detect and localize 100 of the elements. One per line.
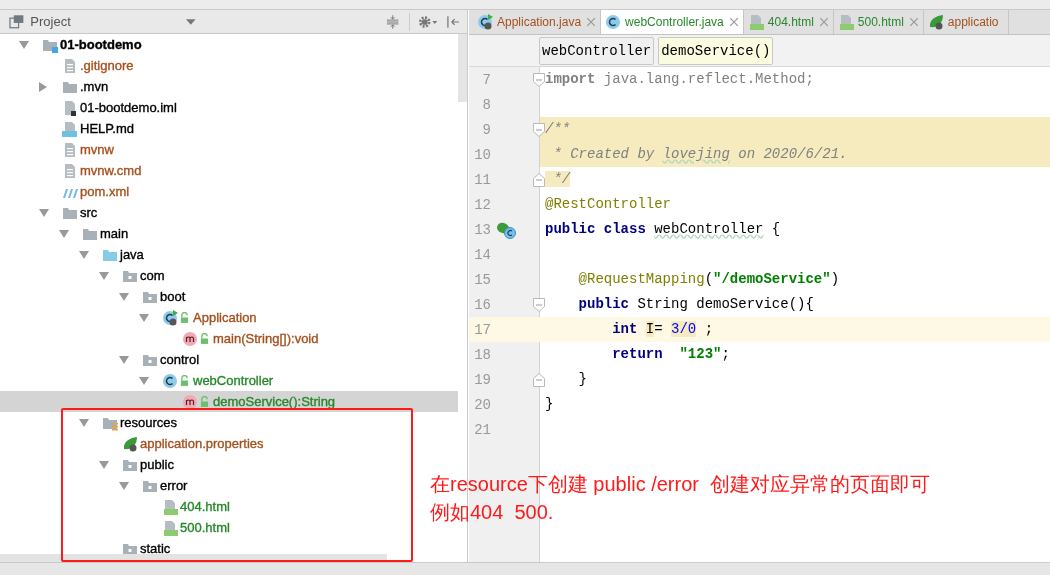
- tree-item[interactable]: mvnw: [39, 140, 114, 159]
- line-number: 15: [473, 271, 491, 288]
- method-icon: [182, 330, 198, 347]
- expanded-arrow-icon[interactable]: [119, 292, 129, 301]
- tree-item[interactable]: mvnw.cmd: [39, 161, 142, 180]
- tree-item[interactable]: .gitignore: [39, 56, 134, 75]
- editor-tab[interactable]: webController.java: [601, 10, 744, 34]
- line-number: 21: [473, 421, 491, 438]
- expanded-arrow-icon[interactable]: [59, 229, 69, 238]
- panel-title: Project: [30, 14, 72, 29]
- expanded-arrow-icon[interactable]: [39, 208, 49, 217]
- fold-marker-icon[interactable]: [533, 373, 545, 387]
- text-file-icon: [62, 162, 78, 179]
- code-line: @RequestMapping("/demoService"): [577, 270, 841, 289]
- expanded-arrow-icon[interactable]: [99, 460, 109, 469]
- breadcrumb[interactable]: webController: [539, 36, 655, 65]
- markdown-file-icon: [62, 120, 78, 137]
- spring-leaf-icon: [122, 435, 138, 452]
- annotation-text: 在resource下创建 public /error 创建对应异常的页面即可: [430, 472, 931, 497]
- class-icon: [162, 372, 178, 389]
- close-icon[interactable]: [819, 18, 828, 26]
- code-line: import java.lang.reflect.Method;: [544, 70, 815, 89]
- code-line: public class webController {: [544, 220, 782, 239]
- editor-tab[interactable]: Application.java: [473, 10, 602, 34]
- tree-item[interactable]: error: [119, 476, 188, 495]
- tree-item[interactable]: control: [119, 350, 200, 369]
- code-line: return "123";: [611, 345, 731, 364]
- close-icon[interactable]: [729, 18, 738, 26]
- expanded-arrow-icon[interactable]: [19, 40, 29, 49]
- tree-item[interactable]: 01-bootdemo: [19, 35, 142, 54]
- method-icon: [182, 393, 198, 410]
- collapsed-arrow-icon[interactable]: [39, 81, 47, 92]
- code-line: }: [577, 370, 588, 389]
- line-number: 14: [473, 246, 491, 263]
- line-number: 18: [473, 346, 491, 363]
- tree-item[interactable]: java: [79, 245, 144, 264]
- code-line: @RestController: [544, 195, 673, 214]
- tree-item[interactable]: resources: [79, 413, 178, 432]
- code-line: int I= 3/0 ;: [611, 320, 715, 339]
- line-number: 11: [473, 171, 491, 188]
- tree-item[interactable]: HELP.md: [39, 119, 134, 138]
- expanded-arrow-icon[interactable]: [119, 481, 129, 490]
- line-number: 17: [473, 321, 491, 338]
- scrollbar[interactable]: [458, 34, 467, 102]
- tree-item[interactable]: com: [99, 266, 165, 285]
- line-number: 7: [481, 71, 491, 88]
- line-number: 10: [473, 146, 491, 163]
- line-number: 12: [473, 196, 491, 213]
- tree-item[interactable]: main(String[]):void: [159, 329, 319, 348]
- lock-icon: [180, 375, 189, 386]
- tree-item[interactable]: .mvn: [39, 77, 109, 96]
- scrollbar[interactable]: [0, 554, 387, 562]
- expanded-arrow-icon[interactable]: [139, 376, 149, 385]
- project-icon: [9, 13, 25, 30]
- spring-bean-icon[interactable]: [496, 220, 516, 239]
- lock-icon: [200, 396, 209, 407]
- fold-marker-icon[interactable]: [533, 173, 545, 187]
- close-icon[interactable]: [587, 18, 596, 26]
- editor-tab[interactable]: 404.html: [743, 10, 834, 34]
- html-file-icon: [162, 498, 178, 515]
- hide-panel-icon[interactable]: [445, 14, 459, 29]
- tree-item[interactable]: 500.html: [139, 518, 230, 537]
- expanded-arrow-icon[interactable]: [79, 418, 89, 427]
- editor-tab[interactable]: 500.html: [833, 10, 924, 34]
- html-file-icon: [837, 14, 854, 30]
- expanded-arrow-icon[interactable]: [79, 250, 89, 259]
- expanded-arrow-icon[interactable]: [119, 355, 129, 364]
- dropdown-caret-icon[interactable]: [186, 18, 197, 25]
- settings-icon[interactable]: [418, 14, 438, 29]
- tree-item[interactable]: boot: [119, 287, 186, 306]
- fold-marker-icon[interactable]: [533, 298, 545, 312]
- close-icon[interactable]: [909, 18, 918, 26]
- tree-item[interactable]: main: [59, 224, 129, 243]
- tree-item[interactable]: webController: [139, 371, 274, 390]
- code-line: }: [544, 395, 555, 414]
- line-number: 8: [481, 96, 491, 113]
- text-file-icon: [62, 141, 78, 158]
- collapse-all-icon[interactable]: [386, 14, 400, 29]
- tree-item[interactable]: pom.xml: [39, 182, 130, 201]
- tree-item[interactable]: 404.html: [139, 497, 230, 516]
- spring-class-icon: [477, 14, 493, 30]
- tree-item[interactable]: static: [99, 539, 171, 554]
- fold-marker-icon[interactable]: [533, 73, 545, 87]
- tree-item[interactable]: application.properties: [99, 434, 264, 453]
- spring-leaf-icon: [927, 14, 944, 30]
- tree-item[interactable]: src: [39, 203, 98, 222]
- editor-tab[interactable]: applicatio: [923, 10, 1009, 34]
- expanded-arrow-icon[interactable]: [139, 313, 149, 322]
- tree-item[interactable]: 01-bootdemo.iml: [39, 98, 177, 117]
- line-number: 9: [481, 121, 491, 138]
- breadcrumb[interactable]: demoService(): [658, 36, 774, 65]
- tree-item[interactable]: public: [99, 455, 174, 474]
- class-icon: [605, 14, 622, 30]
- tree-item[interactable]: Application: [139, 308, 257, 327]
- expanded-arrow-icon[interactable]: [99, 271, 109, 280]
- annotation-text: 例如404 500.: [430, 500, 555, 525]
- line-number: 20: [473, 396, 491, 413]
- code-line: public String demoService(){: [577, 295, 815, 314]
- module-file-icon: [62, 99, 78, 116]
- fold-marker-icon[interactable]: [533, 123, 545, 137]
